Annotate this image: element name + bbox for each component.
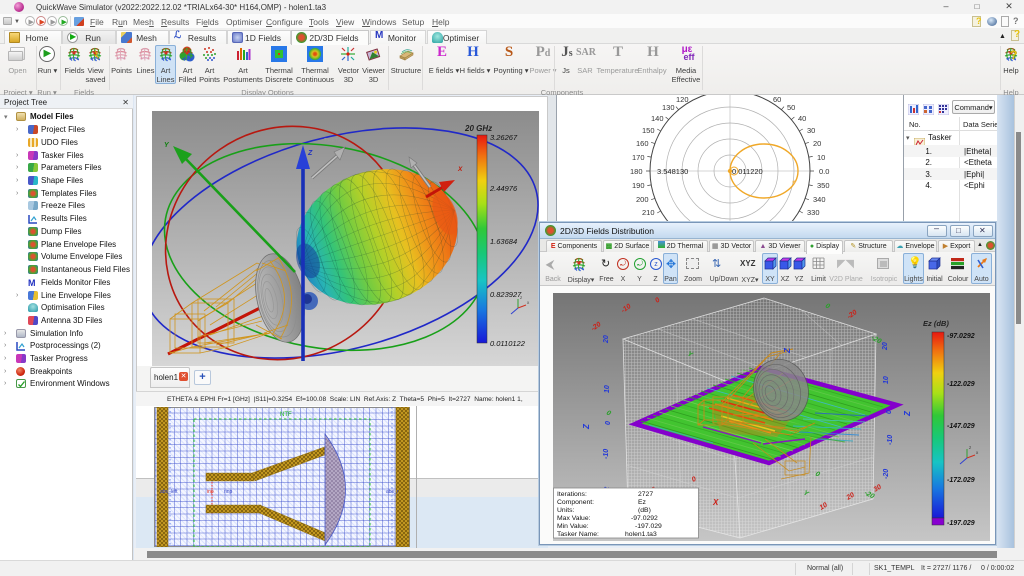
- svg-text:0.0: 0.0: [819, 167, 829, 176]
- svg-text:-97.0292: -97.0292: [631, 515, 658, 522]
- svg-text:-97.0292: -97.0292: [947, 333, 975, 340]
- svg-text:2.44976: 2.44976: [489, 184, 518, 193]
- svg-text:160: 160: [636, 139, 649, 148]
- svg-text:-122.029: -122.029: [947, 381, 975, 388]
- svg-text:abs_r: abs_r: [386, 489, 399, 495]
- svg-text:X: X: [712, 498, 719, 507]
- svg-text:X: X: [457, 166, 463, 173]
- svg-text:330: 330: [807, 208, 820, 217]
- svg-text:?: ?: [1010, 48, 1017, 62]
- svg-text:Ez: Ez: [638, 499, 647, 506]
- svg-text:20: 20: [813, 139, 821, 148]
- svg-text:170: 170: [632, 153, 645, 162]
- svg-text:Min Value:: Min Value:: [557, 523, 589, 530]
- svg-text:Ez (dB): Ez (dB): [923, 319, 949, 328]
- svg-text:140: 140: [651, 114, 664, 123]
- svg-text:-197.029: -197.029: [635, 523, 662, 530]
- svg-text:-20: -20: [883, 469, 890, 479]
- svg-text:-197.029: -197.029: [947, 520, 975, 527]
- svg-text:190: 190: [632, 181, 645, 190]
- svg-text:-10: -10: [603, 449, 610, 459]
- svg-text:Max Value:: Max Value:: [557, 515, 591, 522]
- svg-text:-147.029: -147.029: [947, 423, 975, 430]
- svg-text:inp: inp: [207, 489, 214, 495]
- svg-text:holen1.ta3: holen1.ta3: [625, 531, 657, 538]
- svg-text:3.548130: 3.548130: [657, 167, 688, 176]
- svg-text:PHI: PHI: [408, 148, 418, 154]
- svg-text:20 GHz: 20 GHz: [464, 124, 492, 133]
- svg-text:(dB): (dB): [638, 507, 651, 514]
- svg-text:200: 200: [636, 195, 649, 204]
- svg-text:Z: Z: [307, 150, 313, 157]
- svg-text:40: 40: [798, 114, 806, 123]
- svg-text:Component:: Component:: [557, 499, 594, 506]
- svg-text:60: 60: [773, 95, 781, 104]
- svg-text:2727: 2727: [638, 491, 653, 498]
- svg-text:rinp: rinp: [224, 489, 233, 495]
- svg-text:340: 340: [813, 195, 826, 204]
- svg-text:abs_left: abs_left: [160, 489, 178, 495]
- svg-text:350: 350: [817, 181, 830, 190]
- svg-text:30: 30: [807, 126, 815, 135]
- svg-text:-10: -10: [887, 435, 894, 445]
- svg-text:130: 130: [662, 103, 675, 112]
- svg-text:Iterations:: Iterations:: [557, 491, 587, 498]
- svg-text:10: 10: [817, 153, 825, 162]
- svg-text:20: 20: [603, 335, 610, 344]
- svg-text:210: 210: [642, 208, 655, 217]
- svg-text:THETA: THETA: [324, 138, 342, 144]
- svg-text:150: 150: [642, 126, 655, 135]
- svg-text:Tasker Name:: Tasker Name:: [557, 531, 599, 538]
- svg-text:180: 180: [630, 167, 643, 176]
- svg-text:120: 120: [676, 95, 689, 104]
- svg-text:-172.029: -172.029: [947, 477, 975, 484]
- svg-text:0.0110122: 0.0110122: [490, 339, 526, 348]
- svg-text:0.823927: 0.823927: [490, 290, 522, 299]
- svg-text:0: 0: [605, 421, 612, 425]
- svg-text:20: 20: [882, 342, 889, 351]
- svg-text:Units:: Units:: [557, 507, 574, 514]
- svg-text:10: 10: [883, 376, 890, 384]
- svg-text:1.63684: 1.63684: [490, 237, 517, 246]
- svg-text:0: 0: [886, 410, 893, 414]
- svg-text:50: 50: [787, 103, 795, 112]
- svg-text:NTF: NTF: [280, 412, 292, 418]
- svg-text:3.26267: 3.26267: [490, 133, 518, 142]
- svg-text:10: 10: [604, 385, 611, 393]
